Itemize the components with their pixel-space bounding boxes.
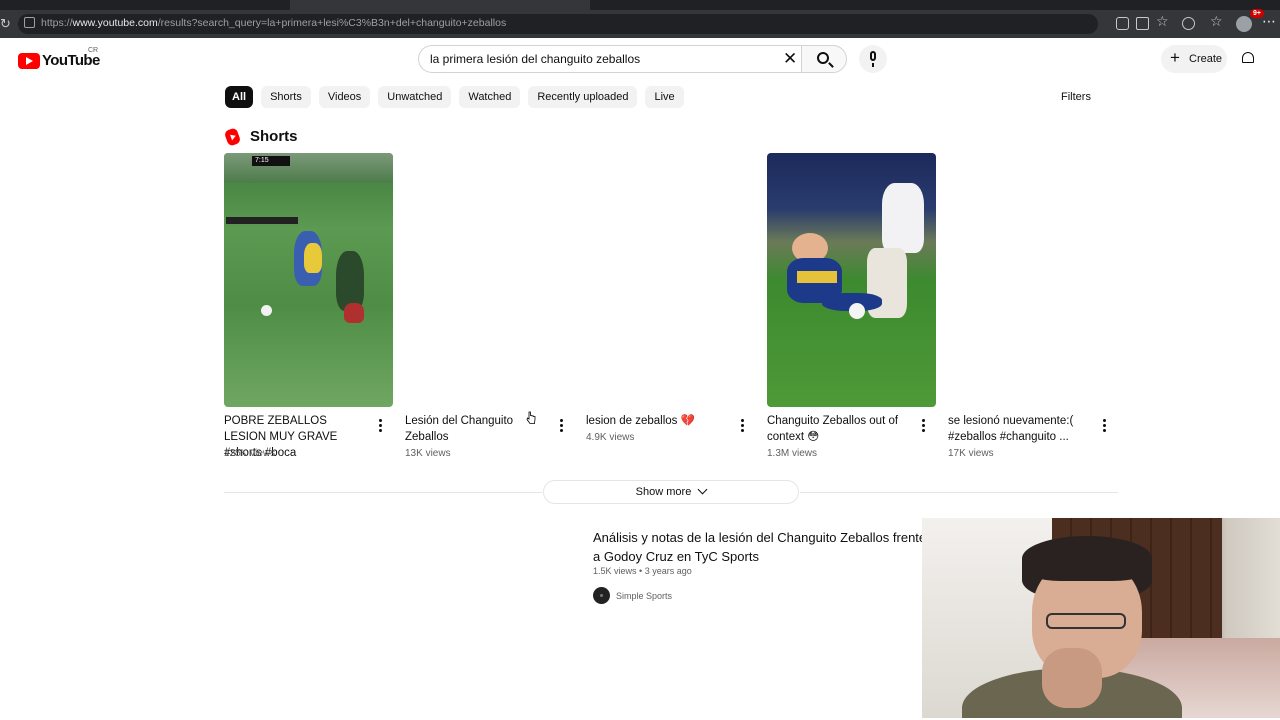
chip-live[interactable]: Live <box>645 86 684 108</box>
chip-shorts[interactable]: Shorts <box>261 86 311 108</box>
short-card[interactable]: Changuito Zeballos out of context 😳 1.3M… <box>767 153 937 459</box>
short-views: 13K views <box>405 448 451 459</box>
browser-tab-strip <box>0 0 1280 10</box>
shorts-icon <box>223 126 242 147</box>
microphone-icon <box>870 51 876 61</box>
voice-search-button[interactable] <box>859 45 887 73</box>
extensions-icon[interactable] <box>1182 17 1195 30</box>
favorites-icon[interactable]: ☆ <box>1210 13 1223 29</box>
divider <box>800 492 1118 493</box>
chip-unwatched[interactable]: Unwatched <box>378 86 452 108</box>
shorts-shelf-header: Shorts <box>223 126 298 147</box>
profile-avatar[interactable] <box>1236 16 1252 32</box>
shorts-shelf-title: Shorts <box>250 128 298 145</box>
short-views: 125K views <box>224 448 276 459</box>
translate-icon[interactable] <box>1136 17 1149 30</box>
short-thumbnail[interactable] <box>586 153 755 407</box>
short-card[interactable]: Lesión del Changuito Zeballos 13K views <box>405 153 575 459</box>
address-url[interactable]: https://www.youtube.com/results?search_q… <box>41 17 506 29</box>
site-info-icon[interactable] <box>24 17 35 28</box>
short-card[interactable]: lesion de zeballos 💔 4.9K views <box>586 153 756 443</box>
notifications-button[interactable] <box>1241 50 1255 66</box>
country-code: CR <box>88 47 99 54</box>
short-thumbnail[interactable] <box>767 153 936 407</box>
short-title[interactable]: Changuito Zeballos out of context 😳 <box>767 413 913 445</box>
reload-icon[interactable]: ↻ <box>0 16 12 32</box>
chip-videos[interactable]: Videos <box>318 86 371 108</box>
filters-button[interactable]: Filters <box>1061 91 1091 103</box>
short-card[interactable]: se lesionó nuevamente:( #zeballos #chang… <box>948 153 1118 459</box>
search-input[interactable]: la primera lesión del changuito zeballos… <box>418 45 802 73</box>
reader-mode-icon[interactable] <box>1116 17 1129 30</box>
short-card[interactable]: 7:15 POBRE ZEBALLOS LESION MUY GRAVE #sh… <box>224 153 394 459</box>
create-label: Create <box>1189 53 1223 65</box>
youtube-header: YouTube CR la primera lesión del changui… <box>0 38 1280 84</box>
microphone-stand <box>872 63 874 67</box>
video-views: 1.5K views <box>593 566 637 576</box>
youtube-logo[interactable]: YouTube CR <box>18 47 100 69</box>
star-icon[interactable]: ☆ <box>1156 13 1169 29</box>
search-bar: la primera lesión del changuito zeballos… <box>418 45 847 73</box>
video-title[interactable]: Análisis y notas de la lesión del Changu… <box>593 528 928 566</box>
short-thumbnail[interactable] <box>405 153 574 407</box>
search-icon <box>817 52 829 64</box>
short-views: 1.3M views <box>767 448 818 459</box>
create-button[interactable]: + Create <box>1161 45 1227 73</box>
more-actions-icon[interactable] <box>738 419 746 433</box>
more-actions-icon[interactable] <box>557 419 565 433</box>
more-actions-icon[interactable] <box>1100 419 1108 433</box>
search-button[interactable] <box>801 45 847 73</box>
short-title[interactable]: se lesionó nuevamente:( #zeballos #chang… <box>948 413 1094 445</box>
webcam-overlay <box>922 518 1280 718</box>
timestamp-badge: 7:15 <box>252 156 290 166</box>
short-views: 17K views <box>948 448 994 459</box>
youtube-play-icon <box>18 52 40 69</box>
channel-link[interactable]: Simple Sports <box>593 587 672 604</box>
address-bar[interactable]: https://www.youtube.com/results?search_q… <box>18 14 1098 34</box>
show-more-label: Show more <box>635 486 692 498</box>
filter-chips: All Shorts Videos Unwatched Watched Rece… <box>225 86 684 108</box>
short-thumbnail[interactable]: 7:15 <box>224 153 393 407</box>
more-actions-icon[interactable] <box>376 419 384 433</box>
notification-badge: 9+ <box>1250 9 1264 18</box>
search-query-text: la primera lesión del changuito zeballos <box>430 52 641 66</box>
chip-all[interactable]: All <box>225 86 254 108</box>
channel-avatar[interactable] <box>593 587 610 604</box>
short-views: 4.9K views <box>586 432 635 443</box>
show-more-button[interactable]: Show more <box>543 480 799 504</box>
more-actions-icon[interactable] <box>919 419 927 433</box>
logo-text: YouTube <box>42 52 100 69</box>
browser-toolbar: ↻ https://www.youtube.com/results?search… <box>0 10 1280 38</box>
chevron-down-icon <box>697 484 708 495</box>
plus-icon: + <box>1170 48 1180 67</box>
chip-recently-uploaded[interactable]: Recently uploaded <box>528 86 638 108</box>
short-title[interactable]: lesion de zeballos 💔 <box>586 413 732 429</box>
clear-search-icon[interactable]: ✕ <box>783 49 797 69</box>
short-thumbnail[interactable] <box>948 153 1117 407</box>
channel-name[interactable]: Simple Sports <box>616 591 672 601</box>
divider <box>224 492 542 493</box>
browser-tab-active[interactable] <box>290 0 590 10</box>
browser-menu-icon[interactable]: ⋯ <box>1262 13 1276 30</box>
chip-watched[interactable]: Watched <box>459 86 521 108</box>
video-metadata: 1.5K views • 3 years ago <box>593 566 692 576</box>
hand-cursor-icon <box>526 411 536 424</box>
bell-icon <box>1242 52 1254 63</box>
video-age: 3 years ago <box>644 566 692 576</box>
